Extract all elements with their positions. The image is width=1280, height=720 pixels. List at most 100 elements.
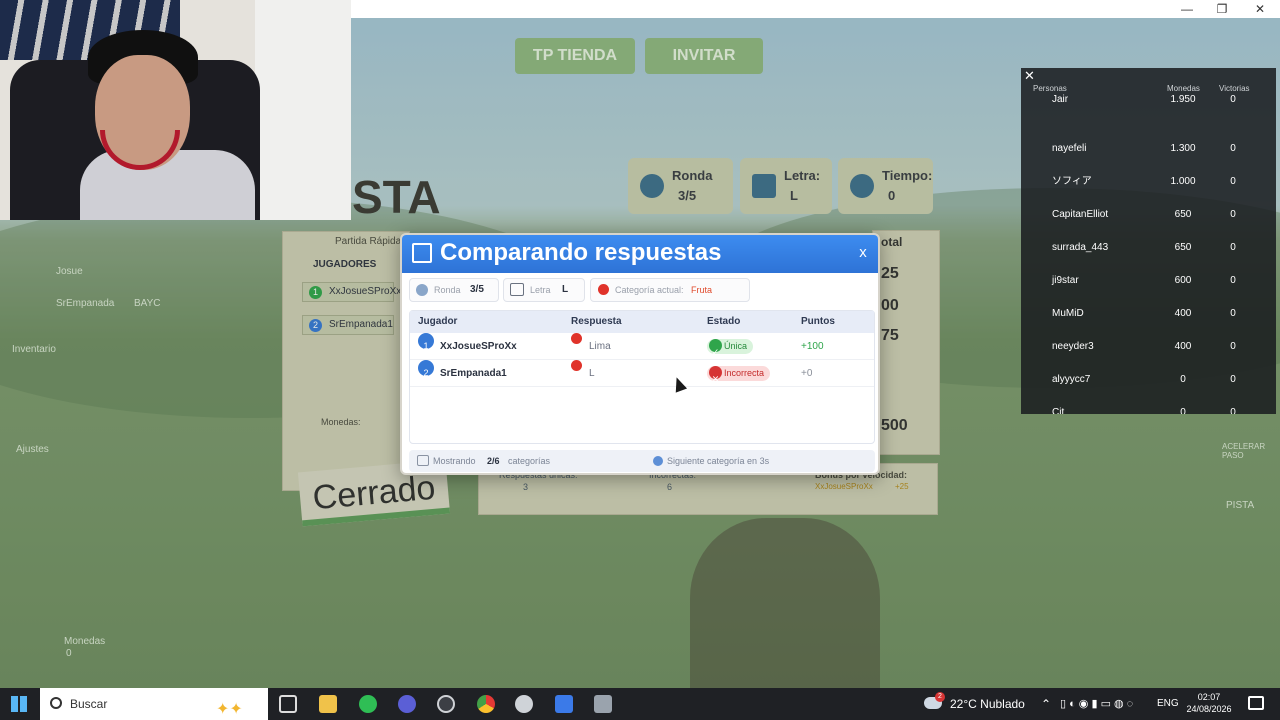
leaderboard-row: surrada_443 650 0 bbox=[1021, 231, 1276, 264]
answer-row: 2 SrEmpanada1 L ✕ Incorrecta +0 bbox=[410, 360, 874, 387]
leaderboard-player-name: ji9star bbox=[1052, 275, 1079, 286]
leaderboard-coins: 600 bbox=[1174, 275, 1192, 286]
letter-pill: Letra L bbox=[503, 278, 585, 302]
close-window-button[interactable]: ✕ bbox=[1245, 1, 1275, 17]
modal-close-button[interactable]: x bbox=[851, 242, 875, 264]
column-player: Jugador bbox=[418, 316, 458, 327]
category-pill-label: Categoría actual: bbox=[615, 285, 684, 295]
leaderboard-coins: 650 bbox=[1174, 242, 1192, 253]
leaderboard-player-name: ソフィア bbox=[1052, 176, 1092, 187]
leaderboard-coins: 1.300 bbox=[1170, 143, 1196, 154]
leaderboard-coins: 1.000 bbox=[1170, 176, 1196, 187]
modal-footer: Mostrando 2/6 categorías Siguiente categ… bbox=[409, 450, 875, 472]
answer-status-badge: ✓ Única bbox=[707, 339, 754, 357]
leaderboard-player-name: Cit bbox=[1052, 407, 1065, 414]
minimize-button[interactable]: — bbox=[1172, 1, 1202, 17]
restore-button[interactable]: ❐ bbox=[1207, 1, 1237, 17]
answers-table: Jugador Respuesta Estado Puntos 1 XxJosue… bbox=[409, 310, 875, 444]
leaderboard-wins: 0 bbox=[1230, 275, 1236, 286]
round-icon bbox=[416, 284, 428, 296]
leaderboard-coins: 400 bbox=[1174, 308, 1192, 319]
clock-date: 24/08/2026 bbox=[1186, 704, 1232, 714]
app-icon-3[interactable] bbox=[594, 695, 612, 713]
leaderboard-player-name: Jair bbox=[1052, 94, 1069, 105]
answer-text: Lima bbox=[589, 341, 611, 352]
leaderboard-header-coins: Monedas bbox=[1167, 84, 1200, 93]
column-status: Estado bbox=[707, 316, 741, 327]
leaderboard-player-name: MuMiD bbox=[1052, 308, 1084, 319]
tray-chevron-icon[interactable]: ⌃ bbox=[1041, 688, 1051, 720]
file-explorer-icon[interactable] bbox=[319, 695, 337, 713]
answer-player-name: SrEmpanada1 bbox=[440, 368, 507, 379]
answer-row: 1 XxJosueSProXx Lima ✓ Única +100 bbox=[410, 333, 874, 360]
task-view-icon[interactable] bbox=[279, 695, 297, 713]
letter-book-icon bbox=[510, 283, 524, 296]
leaderboard-wins: 0 bbox=[1230, 341, 1236, 352]
answer-player-name: XxJosueSProXx bbox=[440, 341, 517, 352]
leaderboard-row: MuMiD 400 0 bbox=[1021, 297, 1276, 330]
clock-time: 02:07 bbox=[1197, 692, 1221, 702]
taskbar-search-box[interactable]: Buscar ✦✦ bbox=[40, 688, 268, 720]
leaderboard-row: ji9star 600 0 bbox=[1021, 264, 1276, 297]
leaderboard-wins: 0 bbox=[1230, 407, 1236, 414]
webcam-wall bbox=[255, 0, 351, 220]
leaderboard-row: Jair 1.950 0 bbox=[1021, 95, 1276, 128]
leaderboard-wins: 0 bbox=[1230, 176, 1236, 187]
round-pill-value: 3/5 bbox=[470, 284, 484, 295]
leaderboard-row: CapitanElliot 650 0 bbox=[1021, 198, 1276, 231]
modal-header: Comparando respuestas x bbox=[402, 235, 878, 273]
cross-icon: ✕ bbox=[709, 366, 722, 384]
chrome-icon[interactable] bbox=[477, 695, 495, 713]
tray-icons[interactable]: ▯ ◐ ◉ ▮ ▭ ◍ ◌ bbox=[1060, 688, 1133, 720]
footer-showing-suffix: categorías bbox=[508, 456, 551, 466]
leaderboard-player-name: CapitanElliot bbox=[1052, 209, 1109, 220]
answer-points: +0 bbox=[801, 368, 813, 379]
footer-book-icon bbox=[417, 455, 429, 466]
leaderboard-row: ソフィア 1.000 0 bbox=[1021, 165, 1276, 198]
answer-text: L bbox=[589, 368, 595, 379]
leaderboard-player-name: alyyycc7 bbox=[1052, 374, 1091, 385]
answer-points: +100 bbox=[801, 341, 824, 352]
category-pill: Categoría actual: Fruta bbox=[590, 278, 750, 302]
leaderboard-wins: 0 bbox=[1230, 143, 1236, 154]
roblox-icon[interactable] bbox=[555, 695, 573, 713]
notifications-icon[interactable] bbox=[1248, 696, 1264, 710]
leaderboard-row: alyyycc7 0 0 bbox=[1021, 363, 1276, 396]
leaderboard-coins: 1.950 bbox=[1170, 94, 1196, 105]
weather-text[interactable]: 22°C Nublado bbox=[950, 688, 1025, 720]
leaderboard-coins: 0 bbox=[1180, 374, 1186, 385]
modal-title: Comparando respuestas bbox=[440, 239, 722, 266]
leaderboard-row: Cit 0 0 bbox=[1021, 396, 1276, 414]
leaderboard-wins: 0 bbox=[1230, 374, 1236, 385]
sparkle-icon: ✦✦ bbox=[216, 701, 243, 718]
timer-icon bbox=[653, 456, 663, 466]
taskbar: Buscar ✦✦ 2 22°C Nublado ⌃ ▯ ◐ ◉ ▮ ▭ ◍ ◌… bbox=[0, 688, 1280, 720]
app-icon-2[interactable] bbox=[515, 695, 533, 713]
leaderboard-wins: 0 bbox=[1230, 94, 1236, 105]
discord-icon[interactable] bbox=[398, 695, 416, 713]
leaderboard-coins: 0 bbox=[1180, 407, 1186, 414]
book-icon bbox=[412, 243, 432, 263]
app-icon[interactable] bbox=[437, 695, 455, 713]
category-pill-value: Fruta bbox=[691, 285, 713, 295]
search-placeholder: Buscar bbox=[70, 697, 108, 711]
round-pill: Ronda 3/5 bbox=[409, 278, 499, 302]
column-points: Puntos bbox=[801, 316, 835, 327]
leaderboard-header-people: Personas bbox=[1033, 84, 1067, 93]
check-icon: ✓ bbox=[709, 339, 722, 357]
letter-pill-value: L bbox=[562, 284, 569, 295]
leaderboard-close-button[interactable]: ✕ bbox=[1024, 68, 1035, 84]
leaderboard-header-wins: Victorias bbox=[1219, 84, 1250, 93]
letter-pill-label: Letra bbox=[530, 285, 551, 295]
leaderboard-player-name: neeyder3 bbox=[1052, 341, 1094, 352]
leaderboard-player-name: surrada_443 bbox=[1052, 242, 1109, 253]
whatsapp-icon[interactable] bbox=[359, 695, 377, 713]
language-indicator[interactable]: ENG bbox=[1157, 688, 1179, 720]
footer-showing-label: Mostrando bbox=[433, 456, 476, 466]
leaderboard-panel: ✕ Personas Monedas Victorias Jair 1.950 0 n… bbox=[1021, 68, 1276, 414]
taskbar-clock[interactable]: 02:07 24/08/2026 bbox=[1183, 691, 1235, 715]
leaderboard-player-name: nayefeli bbox=[1052, 143, 1087, 154]
table-header: Jugador Respuesta Estado Puntos bbox=[410, 311, 874, 333]
compare-answers-modal: Comparando respuestas x Ronda 3/5 Letra … bbox=[400, 233, 880, 475]
windows-start-icon[interactable] bbox=[11, 696, 27, 712]
